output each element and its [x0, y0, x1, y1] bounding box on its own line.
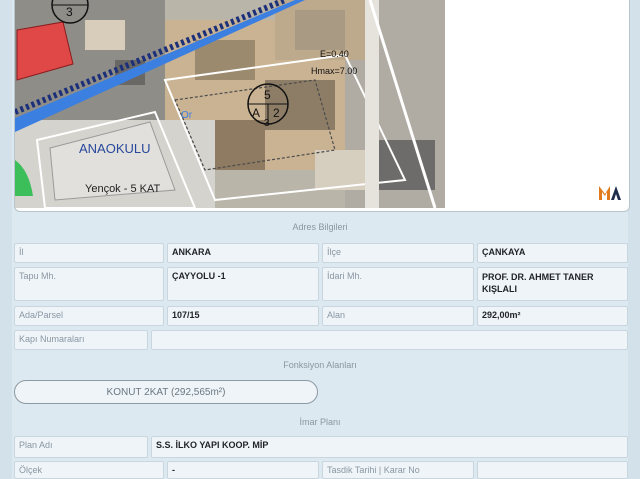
map-label-parcel-top: 5 — [264, 88, 271, 102]
idari-value: PROF. DR. AHMET TANER KIŞLALI — [477, 267, 628, 301]
alan-value: 292,00m² — [477, 306, 628, 326]
tasdik-value — [477, 461, 628, 479]
plan-label: Plan Adı — [14, 436, 148, 458]
alan-label: Alan — [322, 306, 474, 326]
map-label-height: Hmax=7.00 — [311, 66, 357, 76]
map-label-corner-parcel: 3 — [66, 5, 73, 19]
map-label-blue-mark: Or — [181, 110, 193, 121]
ada-label: Ada/Parsel — [14, 306, 164, 326]
il-value: ANKARA — [167, 243, 319, 263]
tapu-value: ÇAYYOLU -1 — [167, 267, 319, 301]
olcek-label: Ölçek — [14, 461, 164, 479]
parcel-map[interactable]: ANAOKULU Yençok - 5 KAT 5 A 2 3 3 E=0.40… — [14, 0, 630, 212]
tapu-label: Tapu Mh. — [14, 267, 164, 301]
kapi-label: Kapı Numaraları — [14, 330, 148, 350]
il-label: İl — [14, 243, 164, 263]
aerial-map-image[interactable]: ANAOKULU Yençok - 5 KAT 5 A 2 3 3 E=0.40… — [15, 0, 445, 208]
left-margin — [0, 0, 12, 479]
olcek-value: - — [167, 461, 319, 479]
tasdik-label: Tasdik Tarihi | Karar No — [322, 461, 474, 479]
ilce-label: İlçe — [322, 243, 474, 263]
kapi-value — [151, 330, 628, 350]
brand-logo-icon — [599, 186, 621, 205]
address-section-title: Adres Bilgileri — [292, 222, 348, 232]
ilce-value: ÇANKAYA — [477, 243, 628, 263]
map-label-parcel-mid: 2 — [273, 106, 280, 120]
map-label-kindergarten-note: Yençok - 5 KAT — [85, 183, 160, 195]
idari-label: İdari Mh. — [322, 267, 474, 301]
zoning-section-title: İmar Planı — [299, 417, 341, 427]
map-label-emsal: E=0.40 — [320, 49, 349, 59]
ada-value: 107/15 — [167, 306, 319, 326]
function-area-chip[interactable]: KONUT 2KAT (292,565m²) — [14, 380, 318, 404]
map-label-kindergarten: ANAOKULU — [79, 141, 151, 156]
map-label-parcel-letter: A — [252, 106, 260, 120]
map-label-parcel-bottom: 3 — [264, 118, 270, 129]
functions-section-title: Fonksiyon Alanları — [283, 360, 357, 370]
plan-value: S.S. İLKO YAPI KOOP. MİP — [151, 436, 628, 458]
